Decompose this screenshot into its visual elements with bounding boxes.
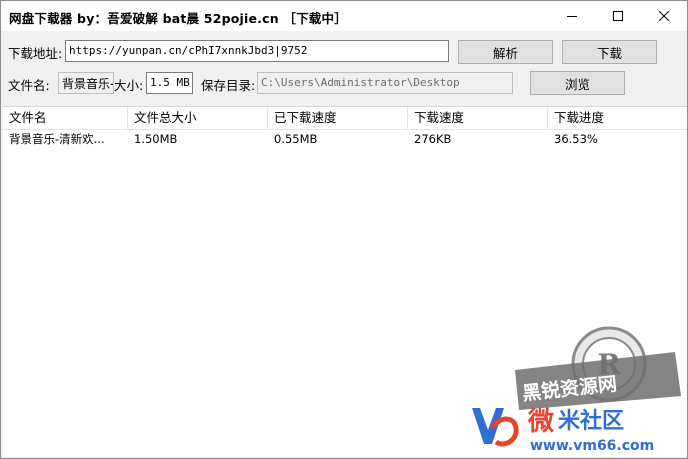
list-header: 文件名 文件总大小 已下载速度 下载速度 下载进度 [3, 107, 687, 130]
cell-speed: 276KB [414, 132, 452, 146]
column-header-progress[interactable]: 下载进度 [548, 107, 687, 129]
close-icon [659, 11, 669, 21]
column-header-speed[interactable]: 下载速度 [408, 107, 548, 129]
column-header-filename[interactable]: 文件名 [3, 107, 128, 129]
cell-progress: 36.53% [554, 132, 598, 146]
table-row[interactable]: 背景音乐-清新欢... 1.50MB 0.55MB 276KB 36.53% [3, 130, 687, 148]
minimize-icon [567, 16, 577, 17]
cell-total-size: 1.50MB [134, 132, 178, 146]
maximize-icon [613, 11, 623, 21]
url-label: 下载地址: [8, 46, 63, 61]
cell-downloaded: 0.55MB [274, 132, 318, 146]
column-header-total-size[interactable]: 文件总大小 [128, 107, 268, 129]
size-field: 1.5 MB [146, 72, 193, 94]
window-title: 网盘下载器 by：吾爱破解 bat晨 52pojie.cn ［下载中］ [9, 11, 347, 26]
url-input[interactable]: https://yunpan.cn/cPhI7xnnkJbd3|9752 [65, 40, 449, 62]
close-button[interactable] [641, 1, 687, 31]
app-window: 网盘下载器 by：吾爱破解 bat晨 52pojie.cn ［下载中］ 下载地址… [0, 0, 688, 459]
column-header-downloaded[interactable]: 已下载速度 [268, 107, 408, 129]
cell-filename: 背景音乐-清新欢... [9, 132, 105, 146]
download-list[interactable]: 文件名 文件总大小 已下载速度 下载速度 下载进度 背景音乐-清新欢... 1.… [3, 106, 687, 457]
filename-field: 背景音乐- [58, 72, 114, 94]
filename-label: 文件名: [8, 78, 50, 93]
size-label: 大小: [114, 78, 144, 93]
download-button[interactable]: 下载 [562, 40, 657, 64]
maximize-button[interactable] [595, 1, 641, 31]
browse-button[interactable]: 浏览 [530, 71, 625, 95]
save-dir-field: C:\Users\Administrator\Desktop [257, 72, 513, 94]
save-dir-label: 保存目录: [201, 78, 256, 93]
minimize-button[interactable] [549, 1, 595, 31]
parse-button[interactable]: 解析 [458, 40, 553, 64]
title-bar[interactable]: 网盘下载器 by：吾爱破解 bat晨 52pojie.cn ［下载中］ [1, 1, 687, 31]
